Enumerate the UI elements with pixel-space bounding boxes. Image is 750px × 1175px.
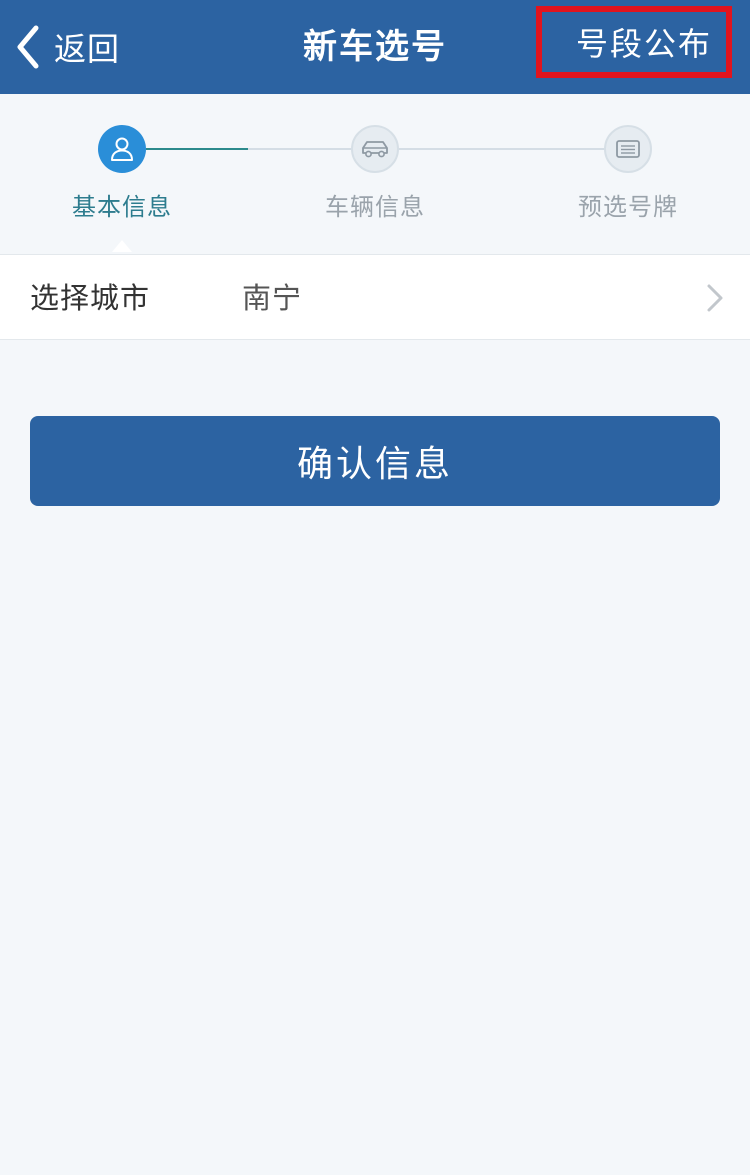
select-city-row[interactable]: 选择城市 南宁: [0, 254, 750, 340]
person-icon: [111, 137, 133, 161]
step-basic-info: 基本信息: [42, 125, 202, 222]
back-label: 返回: [54, 30, 121, 68]
step-progress: 基本信息 车辆信息 预选号牌: [0, 94, 750, 254]
step-preselect-plate: 预选号牌: [548, 125, 708, 222]
step-label: 预选号牌: [578, 193, 678, 221]
step-label: 车辆信息: [325, 193, 425, 221]
number-segment-publish-button[interactable]: 号段公布: [536, 6, 732, 78]
confirm-info-button[interactable]: 确认信息: [30, 416, 720, 506]
step-circle: [351, 125, 399, 173]
step-vehicle-info: 车辆信息: [295, 125, 455, 222]
step-circle: [98, 125, 146, 173]
car-icon: [362, 141, 388, 158]
city-value: 南宁: [242, 281, 303, 315]
city-label: 选择城市: [30, 281, 151, 315]
license-plate-icon: [616, 140, 640, 158]
chevron-left-icon: [17, 25, 39, 69]
active-step-pointer: [112, 240, 132, 252]
step-label: 基本信息: [72, 193, 172, 221]
step-circle: [604, 125, 652, 173]
chevron-right-icon: [707, 284, 723, 312]
back-button[interactable]: 返回: [14, 22, 120, 72]
navigation-bar: 返回 新车选号 号段公布: [0, 0, 750, 94]
